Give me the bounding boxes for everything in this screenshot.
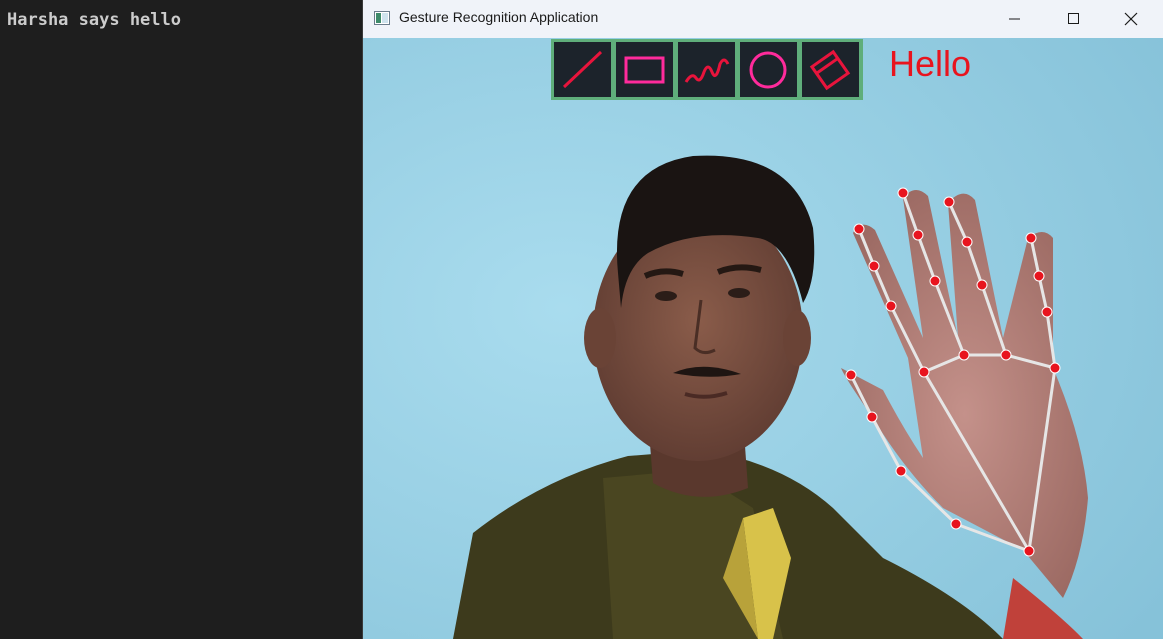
circle-icon	[749, 51, 787, 89]
maximize-icon	[1068, 13, 1079, 24]
tool-line[interactable]	[554, 42, 611, 97]
minimize-button[interactable]	[992, 0, 1038, 38]
tool-freehand[interactable]	[678, 42, 735, 97]
tool-circle[interactable]	[740, 42, 797, 97]
maximize-button[interactable]	[1051, 0, 1097, 38]
window-title: Gesture Recognition Application	[399, 9, 599, 25]
minimize-icon	[1009, 18, 1020, 20]
freehand-icon	[684, 58, 730, 83]
app-window[interactable]: Gesture Recognition Application Hello	[362, 0, 1163, 639]
title-bar[interactable]: Gesture Recognition Application	[363, 0, 1163, 38]
webcam-feed	[363, 38, 1163, 639]
close-icon	[1124, 12, 1138, 26]
terminal-output: Harsha says hello	[7, 10, 181, 30]
terminal-window[interactable]: Harsha says hello	[0, 0, 362, 639]
line-icon	[562, 50, 603, 89]
tool-eraser[interactable]	[802, 42, 859, 97]
close-button[interactable]	[1108, 0, 1154, 38]
drawing-toolbar	[551, 39, 863, 100]
app-icon	[374, 11, 390, 25]
tool-rectangle[interactable]	[616, 42, 673, 97]
rectangle-icon	[624, 56, 665, 84]
eraser-icon	[809, 49, 851, 91]
gesture-label: Hello	[889, 43, 972, 84]
